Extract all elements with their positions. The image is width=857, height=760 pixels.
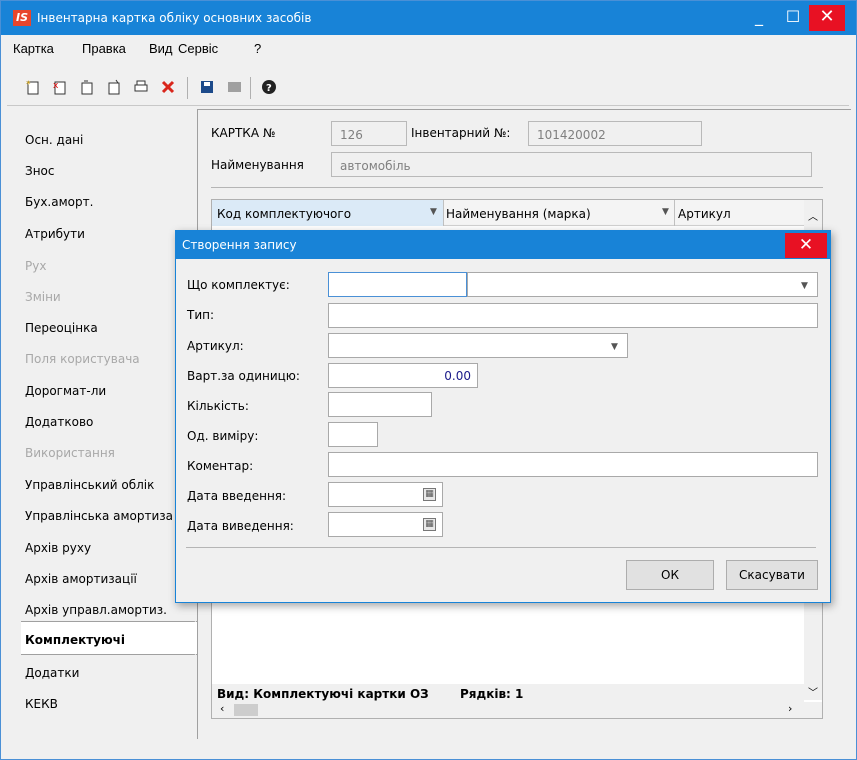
grid-status-rows: Рядків: 1 <box>460 687 524 701</box>
toolbar: * x ? <box>1 65 856 105</box>
calendar-icon[interactable]: ▦ <box>423 518 436 531</box>
col-divider <box>674 200 675 226</box>
dialog-divider <box>186 547 816 548</box>
nav-znos[interactable]: Знос <box>25 164 54 178</box>
disabled-icon <box>225 79 243 97</box>
nav-pereotsinka[interactable]: Переоцінка <box>25 321 98 335</box>
scroll-left-icon[interactable]: ‹ <box>220 702 224 715</box>
article-dropdown-icon[interactable]: ▼ <box>611 342 618 352</box>
nav-rukh: Рух <box>25 259 47 273</box>
card-number-label: КАРТКА № <box>211 126 276 140</box>
nav-dodatky[interactable]: Додатки <box>25 666 79 680</box>
col-article-header[interactable]: Артикул <box>678 207 731 221</box>
quantity-label: Кількість: <box>187 399 249 413</box>
toolbar-separator <box>187 77 188 99</box>
uom-label: Од. виміру: <box>187 429 259 443</box>
scroll-right-icon[interactable]: › <box>788 702 792 715</box>
help-icon[interactable]: ? <box>260 79 278 97</box>
menu-pravka[interactable]: Правка <box>82 41 126 56</box>
svg-text:?: ? <box>266 83 272 94</box>
col-code-sort-icon[interactable]: ▼ <box>430 207 437 217</box>
what-code-input[interactable] <box>328 272 467 297</box>
nav-zminy: Зміни <box>25 290 61 304</box>
scroll-up-icon[interactable]: ︿ <box>808 208 818 223</box>
nav-arkhiv-rukhu[interactable]: Архів руху <box>25 541 91 555</box>
menu-servis[interactable]: Сервіс <box>178 41 218 56</box>
grid-header: Код комплектуючого ▼ Найменування (марка… <box>212 200 822 226</box>
what-dropdown-icon[interactable]: ▼ <box>801 281 808 291</box>
unit-cost-label: Варт.за одиницю: <box>187 369 300 383</box>
create-record-dialog: Створення запису ✕ Що комплектує: ▼ Тип:… <box>175 230 831 603</box>
window-title: Інвентарна картка обліку основних засобі… <box>37 11 312 25</box>
inventory-number-field: 101420002 <box>528 121 702 146</box>
article-select[interactable]: ▼ <box>328 333 628 358</box>
what-label: Що комплектує: <box>187 278 290 292</box>
comment-input[interactable] <box>328 452 818 477</box>
inventory-number-label: Інвентарний №: <box>411 126 511 140</box>
print-icon[interactable] <box>132 79 150 97</box>
title-bar: IS Інвентарна картка обліку основних зас… <box>1 1 856 35</box>
new-doc-icon[interactable]: * <box>24 79 42 97</box>
nav-upravlinskyi-oblik[interactable]: Управлінський облік <box>25 478 154 492</box>
nav-komplektuiuchi[interactable]: Комплектуючі <box>25 633 125 647</box>
card-number-field: 126 <box>331 121 407 146</box>
menu-help[interactable]: ? <box>254 41 261 56</box>
svg-text:*: * <box>26 80 31 90</box>
nav-arkhiv-amortyzatsii[interactable]: Архів амортизації <box>25 572 137 586</box>
unit-cost-input[interactable]: 0.00 <box>328 363 478 388</box>
delete-doc-icon[interactable]: x <box>51 79 69 97</box>
svg-text:x: x <box>53 81 59 91</box>
nav-dorogmat[interactable]: Дорогмат-ли <box>25 384 106 398</box>
grid-status-bar: Вид: Комплектуючі картки ОЗ Рядків: 1 <box>212 684 804 704</box>
header-divider <box>211 187 823 188</box>
type-input[interactable] <box>328 303 818 328</box>
type-label: Тип: <box>187 308 215 322</box>
calendar-icon[interactable]: ▦ <box>423 488 436 501</box>
close-window-button[interactable]: ✕ <box>809 5 845 31</box>
nav-bukh-amort[interactable]: Бух.аморт. <box>25 195 93 209</box>
cancel-button[interactable]: Скасувати <box>726 560 818 590</box>
nav-polia-korystuvacha: Поля користувача <box>25 352 140 366</box>
article-label: Артикул: <box>187 339 244 353</box>
nav-atrybuty[interactable]: Атрибути <box>25 227 85 241</box>
scroll-down-icon[interactable]: ﹀ <box>808 684 818 699</box>
copy-icon[interactable] <box>78 79 96 97</box>
delete-icon[interactable] <box>159 79 177 97</box>
menu-bar: Картка Правка Вид Сервіс ? <box>1 37 856 61</box>
date-out-label: Дата виведення: <box>187 519 294 533</box>
toolbar-separator-2 <box>250 77 251 99</box>
grid-horizontal-scrollbar[interactable]: ‹ › <box>212 702 822 718</box>
nav-vykorystannia: Використання <box>25 446 115 460</box>
col-name-header[interactable]: Найменування (марка) <box>446 207 591 221</box>
grid-status-view: Вид: Комплектуючі картки ОЗ <box>217 687 429 701</box>
active-tab-arrow <box>171 621 196 655</box>
dialog-title: Створення запису <box>182 238 297 252</box>
nav-kekv[interactable]: КЕКВ <box>25 697 58 711</box>
col-name-sort-icon[interactable]: ▼ <box>662 207 669 217</box>
date-in-label: Дата введення: <box>187 489 287 503</box>
uom-input[interactable] <box>328 422 378 447</box>
what-name-select[interactable]: ▼ <box>467 272 818 297</box>
date-out-input[interactable]: ▦ <box>328 512 443 537</box>
menu-vyd[interactable]: Вид <box>149 41 173 56</box>
dialog-title-bar: Створення запису ✕ <box>176 231 830 259</box>
nav-osn-dani[interactable]: Осн. дані <box>25 133 83 147</box>
nav-arkhiv-upravl-amortyz[interactable]: Архів управл.амортиз. <box>25 603 167 617</box>
dialog-close-button[interactable]: ✕ <box>785 233 827 258</box>
quantity-input[interactable] <box>328 392 432 417</box>
nav-dodatkovo[interactable]: Додатково <box>25 415 93 429</box>
nav-upravlinska-amortyzatsiia[interactable]: Управлінська амортиза <box>25 509 175 523</box>
name-field: автомобіль <box>331 152 812 177</box>
ok-button[interactable]: ОК <box>626 560 714 590</box>
name-label: Найменування <box>211 158 304 172</box>
toolbar-divider <box>7 105 849 106</box>
col-code-header[interactable]: Код комплектуючого <box>217 207 351 221</box>
date-in-input[interactable]: ▦ <box>328 482 443 507</box>
paste-icon[interactable] <box>105 79 123 97</box>
comment-label: Коментар: <box>187 459 254 473</box>
app-logo-icon: IS <box>13 10 31 26</box>
save-icon[interactable] <box>198 79 216 97</box>
menu-kartka[interactable]: Картка <box>13 41 54 56</box>
scroll-thumb[interactable] <box>234 704 258 716</box>
